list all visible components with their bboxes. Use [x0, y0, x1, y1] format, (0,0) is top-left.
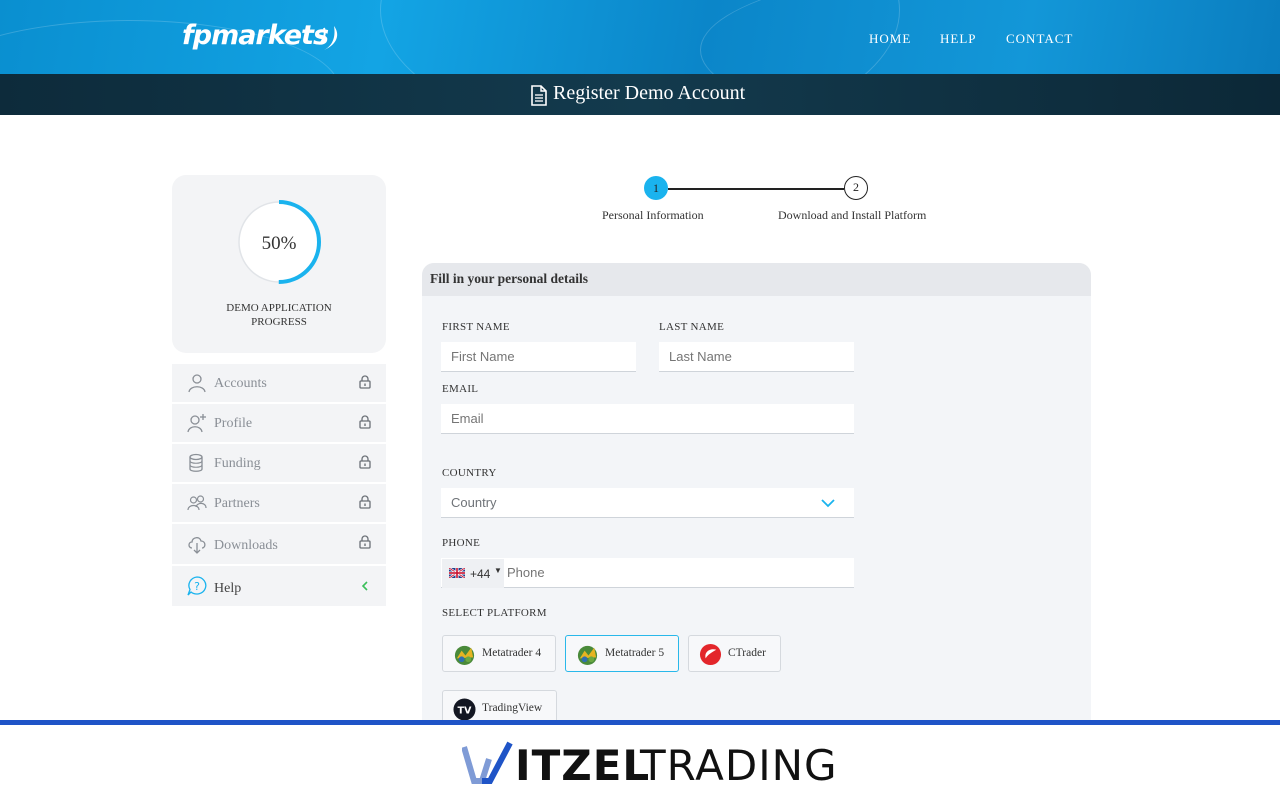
sidebar-item-label: Accounts	[214, 376, 267, 391]
platform-tradingview-button[interactable]: TV TradingView	[442, 690, 557, 723]
platform-ctrader-button[interactable]: CTrader	[688, 635, 781, 672]
metatrader-icon	[454, 645, 475, 666]
chevron-left-icon	[361, 581, 368, 591]
first-name-label: FIRST NAME	[442, 321, 510, 333]
sidebar-item-accounts[interactable]: Accounts	[172, 364, 386, 402]
logo-sail-icon	[319, 26, 338, 50]
nav-home-link[interactable]: HOME	[869, 31, 911, 47]
nav-help-link[interactable]: HELP	[940, 31, 977, 47]
lock-icon	[359, 415, 371, 429]
sidebar-item-label: Partners	[214, 496, 260, 511]
email-label: EMAIL	[442, 383, 479, 395]
page-title: Register Demo Account	[553, 82, 746, 104]
svg-text:?: ?	[194, 580, 200, 593]
personal-details-form: Fill in your personal details FIRST NAME…	[422, 263, 1091, 723]
fpmarkets-logo[interactable]: fpmarkets	[182, 20, 329, 51]
lock-icon	[359, 495, 371, 509]
country-code-dropdown[interactable]: +44 ▼	[442, 559, 504, 588]
platform-mt4-button[interactable]: Metatrader 4	[442, 635, 556, 672]
lock-icon	[359, 455, 371, 469]
last-name-label: LAST NAME	[659, 321, 725, 333]
stepper-connector	[668, 188, 844, 190]
metatrader-icon	[577, 645, 598, 666]
sidebar-item-downloads[interactable]: Downloads	[172, 524, 386, 564]
lock-icon	[359, 535, 371, 549]
form-header: Fill in your personal details	[422, 263, 1091, 296]
sidebar-item-funding[interactable]: Funding	[172, 444, 386, 482]
sidebar-item-label: Help	[214, 581, 242, 596]
first-name-input[interactable]	[441, 342, 636, 372]
uk-flag-icon	[449, 568, 465, 578]
lock-icon	[359, 375, 371, 389]
sidebar-item-help[interactable]: ? Help	[172, 566, 386, 606]
nav-contact-link[interactable]: CONTACT	[1006, 31, 1073, 47]
caret-down-icon: ▼	[494, 566, 502, 575]
country-select-value: Country	[451, 495, 497, 510]
page-title-bar: Register Demo Account	[0, 74, 1280, 115]
sidebar-item-label: Profile	[214, 416, 253, 431]
tradingview-icon: TV	[453, 698, 476, 721]
document-icon	[531, 85, 547, 106]
platform-label-text: Metatrader 4	[482, 647, 542, 659]
step-1-circle: 1	[644, 176, 668, 200]
email-input[interactable]	[441, 404, 854, 434]
sidebar-item-label: Downloads	[214, 538, 278, 553]
sidebar-item-label: Funding	[214, 456, 261, 471]
help-icon: ?	[187, 576, 207, 596]
phone-label: PHONE	[442, 537, 481, 549]
banner-text-witzel: ITZEL	[515, 741, 651, 790]
progress-card: 50% DEMO APPLICATION PROGRESS	[172, 175, 386, 353]
banner-word-witzel: ITZEL	[515, 741, 650, 790]
users-icon	[187, 495, 207, 511]
witzel-trading-banner: ITZEL TRADING	[0, 720, 1280, 800]
platform-label: SELECT PLATFORM	[442, 607, 547, 619]
cloud-download-icon	[188, 537, 206, 554]
country-select[interactable]: Country	[441, 488, 854, 518]
step-1-label: Personal Information	[602, 208, 704, 222]
last-name-input[interactable]	[659, 342, 854, 372]
dial-code: +44	[470, 567, 491, 581]
platform-label-text: CTrader	[728, 647, 766, 659]
chevron-down-icon	[821, 499, 835, 508]
form-heading: Fill in your personal details	[430, 271, 589, 286]
svg-text:TV: TV	[458, 705, 473, 716]
user-icon	[188, 374, 206, 393]
sidebar-item-profile[interactable]: Profile	[172, 404, 386, 442]
sidebar-item-partners[interactable]: Partners	[172, 484, 386, 522]
step-2-label: Download and Install Platform	[778, 208, 927, 222]
coins-icon	[189, 453, 203, 472]
ctrader-icon	[699, 643, 722, 666]
platform-label-text: TradingView	[482, 702, 543, 714]
step-2-circle: 2	[844, 176, 868, 200]
country-label: COUNTRY	[442, 467, 497, 479]
witzel-check-icon	[462, 741, 513, 784]
banner-word-trading: TRADING	[640, 741, 838, 790]
progress-value: 50%	[261, 233, 297, 254]
progress-label: DEMO APPLICATION PROGRESS	[226, 302, 332, 328]
platform-mt5-button[interactable]: Metatrader 5	[565, 635, 679, 672]
user-add-icon	[187, 414, 206, 433]
platform-label-text: Metatrader 5	[605, 647, 665, 659]
site-header: fpmarkets HOME HELP CONTACT	[0, 0, 1280, 74]
